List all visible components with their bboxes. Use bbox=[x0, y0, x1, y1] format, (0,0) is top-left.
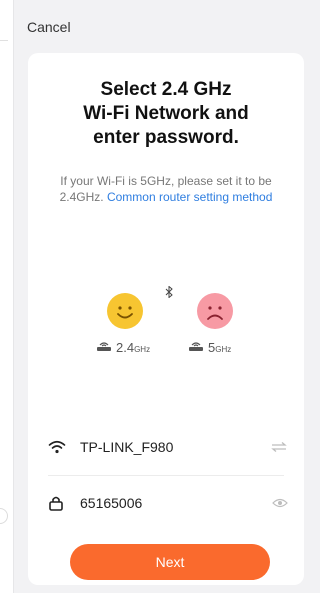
router-icon bbox=[96, 339, 112, 357]
band-2-4-value: 2.4 bbox=[116, 340, 135, 355]
router-icon bbox=[188, 339, 204, 357]
title-line-3: enter password. bbox=[93, 127, 239, 148]
cancel-button[interactable]: Cancel bbox=[27, 19, 71, 35]
band-5ghz: 5GHz bbox=[188, 339, 231, 357]
wifi-setup-card: Select 2.4 GHz Wi-Fi Network and enter p… bbox=[28, 53, 304, 585]
band-2-4ghz: 2.4GHz bbox=[96, 339, 150, 357]
band-5-unit: GHz bbox=[215, 345, 232, 354]
background-divider bbox=[0, 40, 8, 41]
band-2-4-unit: GHz bbox=[134, 345, 151, 354]
lock-icon bbox=[48, 495, 74, 511]
background-arc bbox=[0, 508, 8, 524]
wifi-icon bbox=[48, 440, 74, 454]
title-line-1: Select 2.4 GHz bbox=[100, 79, 232, 100]
sad-face-icon bbox=[197, 293, 233, 329]
next-button[interactable]: Next bbox=[70, 544, 270, 580]
field-divider bbox=[48, 475, 284, 476]
eye-icon[interactable] bbox=[264, 498, 288, 508]
wifi-network-field[interactable]: TP-LINK_F980 bbox=[48, 427, 288, 467]
page-title: Select 2.4 GHz Wi-Fi Network and enter p… bbox=[28, 78, 304, 150]
band-hint: If your Wi-Fi is 5GHz, please set it to … bbox=[48, 173, 284, 205]
wifi-ssid: TP-LINK_F980 bbox=[80, 439, 174, 455]
password-field[interactable]: 65165006 bbox=[48, 483, 288, 523]
title-line-2: Wi-Fi Network and bbox=[83, 103, 249, 124]
switch-network-icon[interactable] bbox=[264, 441, 288, 453]
password-value: 65165006 bbox=[80, 495, 143, 511]
bluetooth-icon bbox=[165, 285, 173, 303]
happy-face-icon bbox=[107, 293, 143, 329]
background-panel bbox=[0, 0, 14, 593]
router-setting-link[interactable]: Common router setting method bbox=[107, 190, 272, 204]
